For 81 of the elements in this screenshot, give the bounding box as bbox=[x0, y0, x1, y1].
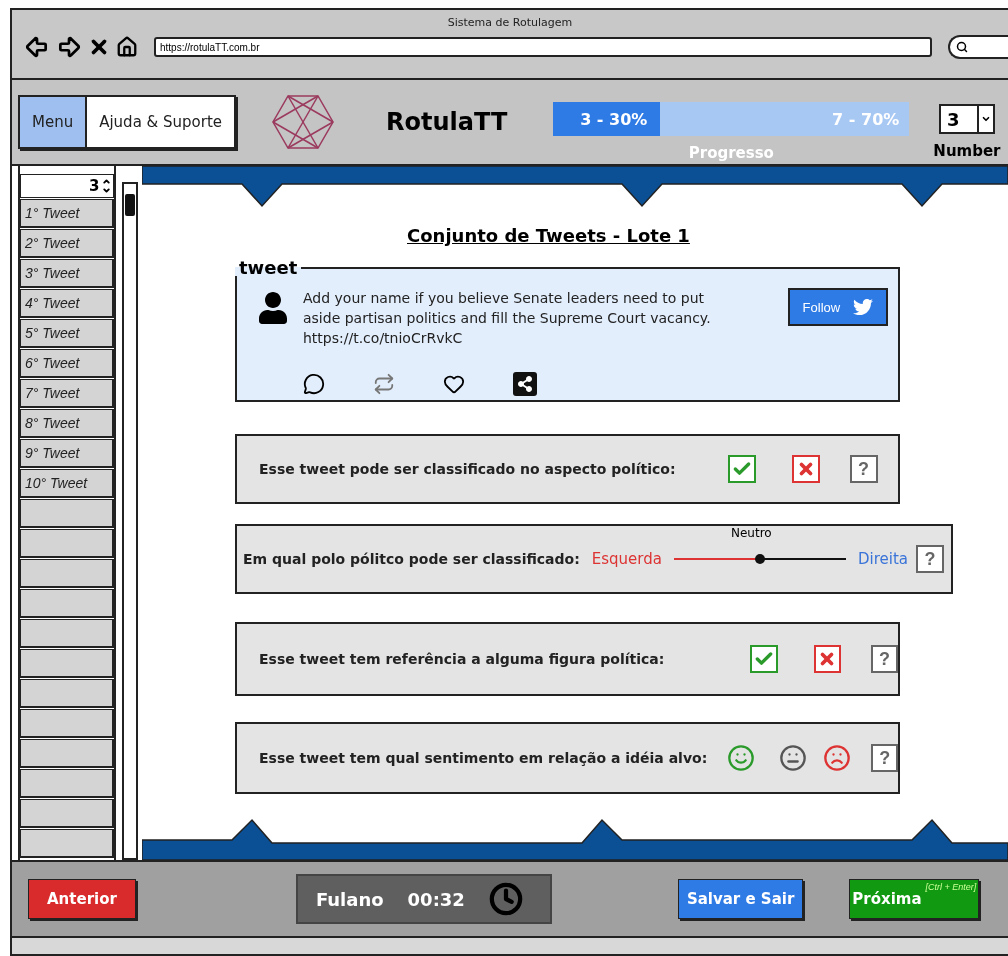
reply-icon[interactable] bbox=[303, 373, 325, 395]
empty-list-item[interactable] bbox=[20, 679, 115, 708]
user-avatar-icon bbox=[257, 292, 289, 324]
empty-list-item[interactable] bbox=[20, 649, 115, 678]
tweet-list-item[interactable]: 1° Tweet bbox=[20, 199, 115, 228]
home-icon[interactable] bbox=[116, 36, 138, 58]
empty-list-item[interactable] bbox=[20, 769, 115, 798]
page-title: Conjunto de Tweets - Lote 1 bbox=[407, 225, 690, 246]
question-text: Esse tweet pode ser classificado no aspecto político: bbox=[259, 461, 676, 477]
yes-button[interactable] bbox=[750, 645, 778, 673]
clock-icon bbox=[488, 882, 523, 916]
empty-list-item[interactable] bbox=[20, 709, 115, 738]
follow-button[interactable]: Follow bbox=[788, 288, 888, 326]
no-button[interactable] bbox=[813, 645, 841, 673]
happy-face-button[interactable] bbox=[727, 744, 756, 772]
elapsed-time: 00:32 bbox=[407, 888, 465, 910]
app-name: RotulaTT bbox=[386, 108, 508, 136]
scale-right-label: Direita bbox=[857, 550, 908, 568]
help-button[interactable]: ? bbox=[849, 455, 878, 483]
neutral-face-button[interactable] bbox=[779, 744, 808, 772]
help-button[interactable]: ? bbox=[870, 645, 898, 673]
empty-list-item[interactable] bbox=[20, 739, 115, 768]
retweet-icon[interactable] bbox=[373, 373, 395, 395]
question-text: Esse tweet tem qual sentimento em relação a idéia alvo: bbox=[259, 750, 708, 766]
tweet-list-item[interactable]: 9° Tweet bbox=[20, 439, 115, 468]
share-icon[interactable] bbox=[513, 372, 537, 396]
empty-list-item[interactable] bbox=[20, 619, 115, 648]
frown-icon bbox=[823, 744, 852, 772]
bird-icon bbox=[853, 297, 874, 317]
next-button[interactable]: Próxima [Ctrl + Enter] bbox=[849, 879, 980, 919]
user-name: Fulano bbox=[315, 888, 384, 910]
progress-label: Progresso bbox=[688, 144, 774, 162]
progress-remaining-text: 7 - 70% bbox=[831, 109, 901, 129]
down-icon bbox=[102, 186, 112, 195]
empty-list-item[interactable] bbox=[20, 559, 115, 588]
neutral-face-icon bbox=[779, 744, 808, 772]
previous-button[interactable]: Anterior bbox=[28, 879, 136, 919]
tweet-list-item[interactable]: 8° Tweet bbox=[20, 409, 115, 438]
nav-tab[interactable]: Ajuda & Suporte bbox=[87, 97, 235, 147]
yes-button[interactable] bbox=[727, 455, 756, 483]
question-text: Esse tweet tem referência a alguma figura política: bbox=[259, 651, 665, 667]
question-text: Em qual polo pólitco pode ser classificado: bbox=[243, 551, 580, 567]
number-label: Number bbox=[933, 142, 1001, 160]
tweet-list-item[interactable]: 7° Tweet bbox=[20, 379, 115, 408]
address-field[interactable]: https://rotulaTT.com.br bbox=[154, 37, 932, 57]
scale-middle-label: Neutro bbox=[731, 526, 772, 540]
slider-thumb[interactable] bbox=[754, 554, 765, 564]
scale-left-label: Esquerda bbox=[591, 550, 662, 568]
tweet-text: Add your name if you believe Senate leaders need to put aside partisan politics and fill the Supreme Court vacancy. https://t.co/tnioCrRvkC bbox=[303, 289, 712, 348]
empty-list-item[interactable] bbox=[20, 529, 115, 558]
back-icon[interactable] bbox=[24, 34, 50, 60]
empty-list-item[interactable] bbox=[20, 829, 115, 858]
caret-icon bbox=[980, 114, 991, 124]
empty-list-item[interactable] bbox=[20, 799, 115, 828]
tweet-list-item[interactable]: 10° Tweet bbox=[20, 469, 115, 498]
empty-list-item[interactable] bbox=[20, 589, 115, 618]
help-button[interactable]: ? bbox=[916, 545, 944, 573]
number-spinner[interactable]: 3 bbox=[20, 174, 115, 198]
tweet-list-item[interactable]: 6° Tweet bbox=[20, 349, 115, 378]
search-icon bbox=[956, 41, 968, 53]
progress-done-text: 3 - 30% bbox=[579, 109, 649, 129]
nav-tab[interactable]: Menu bbox=[20, 97, 88, 147]
help-button[interactable]: ? bbox=[871, 744, 898, 772]
tweet-list-item[interactable]: 2° Tweet bbox=[20, 229, 115, 258]
save-exit-button[interactable]: Salvar e Sair bbox=[677, 879, 804, 919]
tweet-list-item[interactable]: 4° Tweet bbox=[20, 289, 115, 318]
forward-icon[interactable] bbox=[56, 34, 82, 60]
empty-list-item[interactable] bbox=[20, 499, 115, 528]
like-icon[interactable] bbox=[443, 373, 465, 395]
no-button[interactable] bbox=[791, 455, 820, 483]
scrollbar[interactable] bbox=[122, 182, 138, 860]
search-field[interactable] bbox=[948, 35, 1008, 59]
up-icon bbox=[102, 177, 112, 186]
tweet-list-item[interactable]: 3° Tweet bbox=[20, 259, 115, 288]
sad-face-button[interactable] bbox=[823, 744, 852, 772]
hexagon-logo-icon bbox=[272, 94, 335, 150]
smile-icon bbox=[727, 744, 756, 772]
number-dropdown[interactable]: 3 bbox=[938, 104, 995, 134]
tweet-legend: tweet bbox=[235, 260, 302, 276]
tweet-list-item[interactable]: 5° Tweet bbox=[20, 319, 115, 348]
window-title: Sistema de Rotulagem bbox=[446, 15, 574, 31]
